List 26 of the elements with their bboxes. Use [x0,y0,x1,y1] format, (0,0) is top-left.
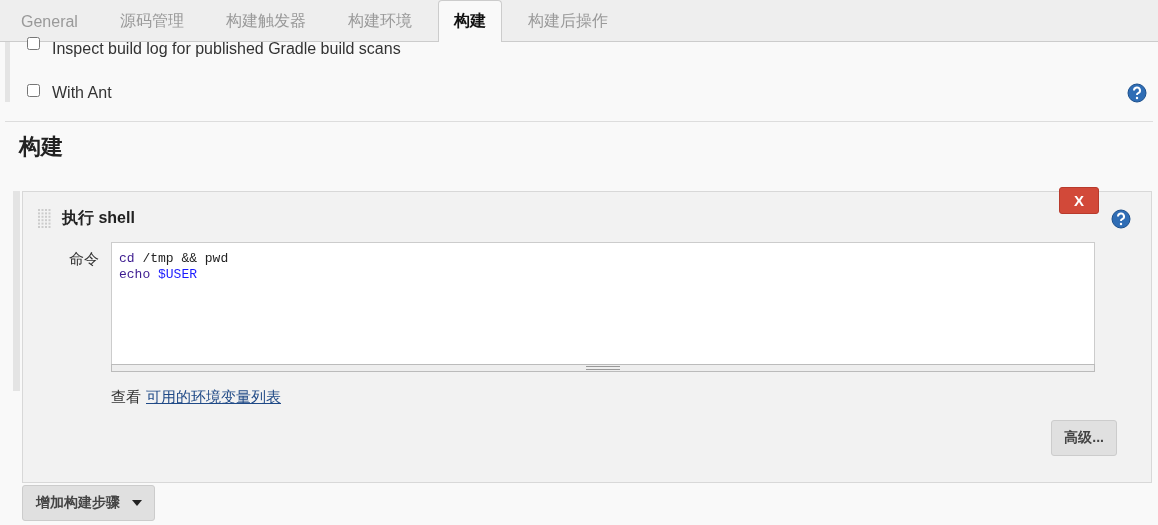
env-vars-link[interactable]: 可用的环境变量列表 [146,388,281,407]
code-line: cd /tmp && pwd [119,251,230,267]
tab[interactable]: 构建触发器 [209,1,322,41]
option-label: With Ant [52,82,112,103]
checkbox[interactable] [27,37,40,50]
tab[interactable]: 构建 [437,0,502,42]
section-heading: 构建 [19,133,64,161]
help-icon[interactable] [1111,209,1131,229]
tab[interactable]: 源码管理 [103,1,200,41]
checkbox[interactable] [27,84,40,97]
hint-text: 查看 [111,388,141,407]
tab[interactable]: 构建后操作 [511,1,624,41]
help-icon[interactable] [1127,82,1147,103]
resize-handle[interactable] [111,364,1095,372]
advanced-button[interactable]: 高级... [1051,420,1117,456]
option-label: Inspect build log for published Gradle build scans [52,42,401,56]
code-line: echo $USER [119,267,199,283]
drag-handle-icon[interactable] [38,208,52,229]
code-editor[interactable]: cd /tmp && pwd echo $USER [111,242,1095,372]
caret-icon [132,500,142,506]
step-title: 执行 shell [62,208,135,228]
field-label: 命令 [68,249,100,269]
tab[interactable]: General [5,1,94,41]
add-build-step-button[interactable]: 增加构建步骤 [22,485,155,521]
delete-button[interactable]: X [1059,187,1099,214]
tab[interactable]: 构建环境 [331,1,428,41]
